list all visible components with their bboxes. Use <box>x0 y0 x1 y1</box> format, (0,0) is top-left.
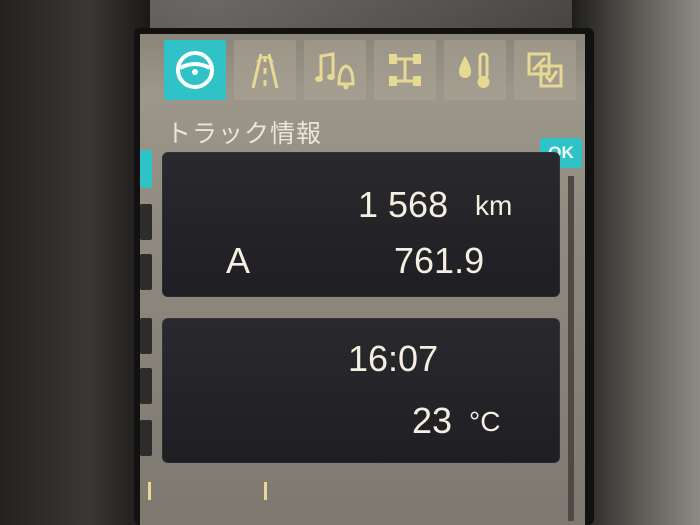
tab-driving[interactable] <box>234 40 296 100</box>
lane-marker <box>148 482 151 500</box>
lane-marker <box>264 482 267 500</box>
temperature-drop-icon <box>459 52 490 88</box>
scroll-segment <box>140 318 152 354</box>
scroll-segment <box>140 420 152 456</box>
music-bell-icon <box>315 52 355 90</box>
steering-wheel-icon <box>176 51 214 89</box>
tab-climate[interactable] <box>444 40 506 100</box>
road-lane-icon <box>251 53 279 89</box>
tab-truck-info[interactable] <box>164 40 226 100</box>
page-title: トラック情報 <box>166 119 323 148</box>
trip-value: 761.9 <box>394 240 485 281</box>
odometer-unit: km <box>475 190 513 221</box>
time-temperature-card: 16:07 23 °C <box>162 318 560 463</box>
tab-media[interactable] <box>304 40 366 100</box>
scroll-segment <box>140 368 152 404</box>
tab-vehicle[interactable] <box>374 40 436 100</box>
truck-axle-icon <box>389 54 421 86</box>
scroll-segment <box>140 254 152 290</box>
left-scrollbar[interactable] <box>140 150 153 525</box>
right-scrollbar <box>568 176 574 521</box>
temperature-value: 23 <box>412 400 453 441</box>
temperature-unit: °C <box>469 406 501 437</box>
scroll-thumb[interactable] <box>140 150 152 188</box>
dashboard-left-panel <box>0 0 150 525</box>
trip-label: A <box>226 240 251 281</box>
menu-tab-bar <box>164 40 576 100</box>
instrument-display: トラック情報 OK 1 568 km A 761.9 16:07 23 °C <box>140 34 585 525</box>
trip-card: 1 568 km A 761.9 <box>162 152 560 297</box>
odometer-value: 1 568 <box>358 184 449 225</box>
tab-settings[interactable] <box>514 40 576 100</box>
settings-check-icon <box>527 52 563 88</box>
scroll-segment <box>140 204 152 240</box>
clock-time: 16:07 <box>348 338 439 379</box>
